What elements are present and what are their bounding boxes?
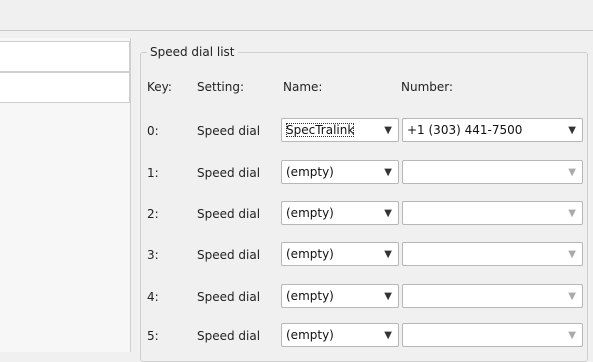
number-dropdown[interactable]: ▼ <box>402 160 583 184</box>
chevron-down-icon: ▼ <box>384 330 392 341</box>
row-setting: Speed dial <box>197 207 261 221</box>
header-name: Name: <box>283 80 323 94</box>
chevron-down-icon: ▼ <box>568 125 576 136</box>
list-item[interactable] <box>0 41 130 72</box>
list-item[interactable] <box>0 72 130 103</box>
chevron-down-icon: ▼ <box>384 208 392 219</box>
row-key: 4: <box>147 290 159 304</box>
row-key: 5: <box>147 329 159 343</box>
row-key: 1: <box>147 166 159 180</box>
chevron-down-icon: ▼ <box>384 249 392 260</box>
number-dropdown[interactable]: +1 (303) 441-7500 ▼ <box>402 118 583 142</box>
name-dropdown[interactable]: SpecTralink ▼ <box>281 118 399 142</box>
name-dropdown[interactable]: (empty) ▼ <box>281 201 399 225</box>
row-setting: Speed dial <box>197 329 261 343</box>
name-value: (empty) <box>286 165 334 179</box>
chevron-down-icon: ▼ <box>568 249 576 260</box>
number-value: +1 (303) 441-7500 <box>407 123 523 137</box>
chevron-down-icon: ▼ <box>568 291 576 302</box>
chevron-down-icon: ▼ <box>384 167 392 178</box>
header-number: Number: <box>401 80 454 94</box>
header-key: Key: <box>147 80 172 94</box>
name-dropdown[interactable]: (empty) ▼ <box>281 160 399 184</box>
number-dropdown[interactable]: ▼ <box>402 201 583 225</box>
row-key: 2: <box>147 207 159 221</box>
chevron-down-icon: ▼ <box>384 291 392 302</box>
chevron-down-icon: ▼ <box>568 330 576 341</box>
left-list-panel <box>0 38 131 352</box>
name-value: (empty) <box>286 328 334 342</box>
name-dropdown[interactable]: (empty) ▼ <box>281 242 399 266</box>
top-toolbar <box>0 0 593 31</box>
name-dropdown[interactable]: (empty) ▼ <box>281 284 399 308</box>
row-setting: Speed dial <box>197 124 261 138</box>
row-setting: Speed dial <box>197 290 261 304</box>
row-setting: Speed dial <box>197 248 261 262</box>
chevron-down-icon: ▼ <box>568 167 576 178</box>
chevron-down-icon: ▼ <box>568 208 576 219</box>
name-dropdown[interactable]: (empty) ▼ <box>281 323 399 347</box>
name-value: (empty) <box>286 247 334 261</box>
name-value: (empty) <box>286 206 334 220</box>
number-dropdown[interactable]: ▼ <box>402 323 583 347</box>
row-setting: Speed dial <box>197 166 261 180</box>
number-dropdown[interactable]: ▼ <box>402 242 583 266</box>
row-key: 0: <box>147 124 159 138</box>
name-value: SpecTralink <box>286 123 355 137</box>
chevron-down-icon: ▼ <box>384 125 392 136</box>
name-value: (empty) <box>286 289 334 303</box>
header-setting: Setting: <box>197 80 245 94</box>
group-title: Speed dial list <box>147 45 238 59</box>
row-key: 3: <box>147 248 159 262</box>
number-dropdown[interactable]: ▼ <box>402 284 583 308</box>
